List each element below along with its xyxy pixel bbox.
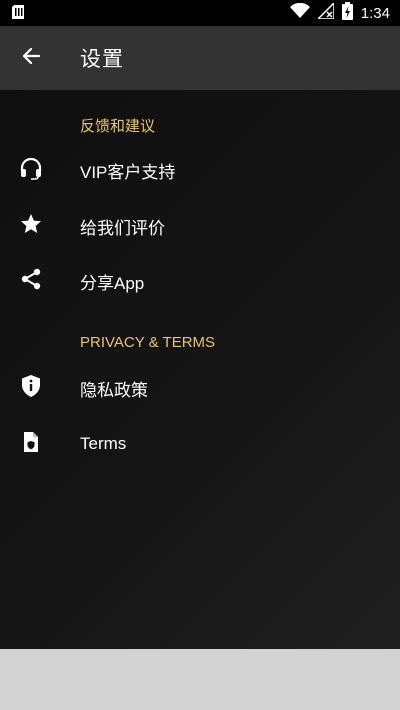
- menu-item-vip-support[interactable]: VIP客户支持: [0, 144, 400, 196]
- section-header-privacy-terms: PRIVACY & TERMS: [80, 334, 216, 351]
- status-time: 1:34: [360, 4, 390, 22]
- menu-item-label: 给我们评价: [80, 218, 165, 238]
- menu-item-label: 分享App: [80, 273, 145, 293]
- bottom-area: [0, 649, 400, 710]
- menu-item-label: Terms: [80, 434, 127, 453]
- back-button[interactable]: [0, 26, 62, 90]
- app-bar: 设置: [0, 26, 400, 90]
- document-shield-icon: [19, 430, 43, 458]
- menu-item-share-app[interactable]: 分享App: [0, 255, 400, 307]
- section-header-feedback: 反馈和建议: [80, 118, 156, 135]
- no-signal-icon: [315, 1, 335, 23]
- status-bar: 1:34: [0, 0, 400, 26]
- battery-charging-icon: [341, 2, 353, 24]
- headset-icon: [19, 156, 43, 184]
- arrow-left-icon: [21, 46, 41, 70]
- share-icon: [19, 267, 43, 295]
- menu-item-terms[interactable]: Terms: [0, 418, 400, 470]
- menu-item-rate-us[interactable]: 给我们评价: [0, 200, 400, 252]
- page-title: 设置: [80, 47, 124, 71]
- menu-item-privacy-policy[interactable]: 隐私政策: [0, 362, 400, 414]
- star-icon: [19, 212, 43, 240]
- settings-list: 反馈和建议 VIP客户支持 给我们评价 分享App PRIVACY & TERM…: [0, 90, 400, 649]
- menu-item-label: VIP客户支持: [80, 162, 176, 182]
- sim-card-icon: [12, 4, 24, 23]
- shield-info-icon: [19, 374, 43, 402]
- menu-item-label: 隐私政策: [80, 380, 148, 400]
- wifi-icon: [289, 2, 310, 23]
